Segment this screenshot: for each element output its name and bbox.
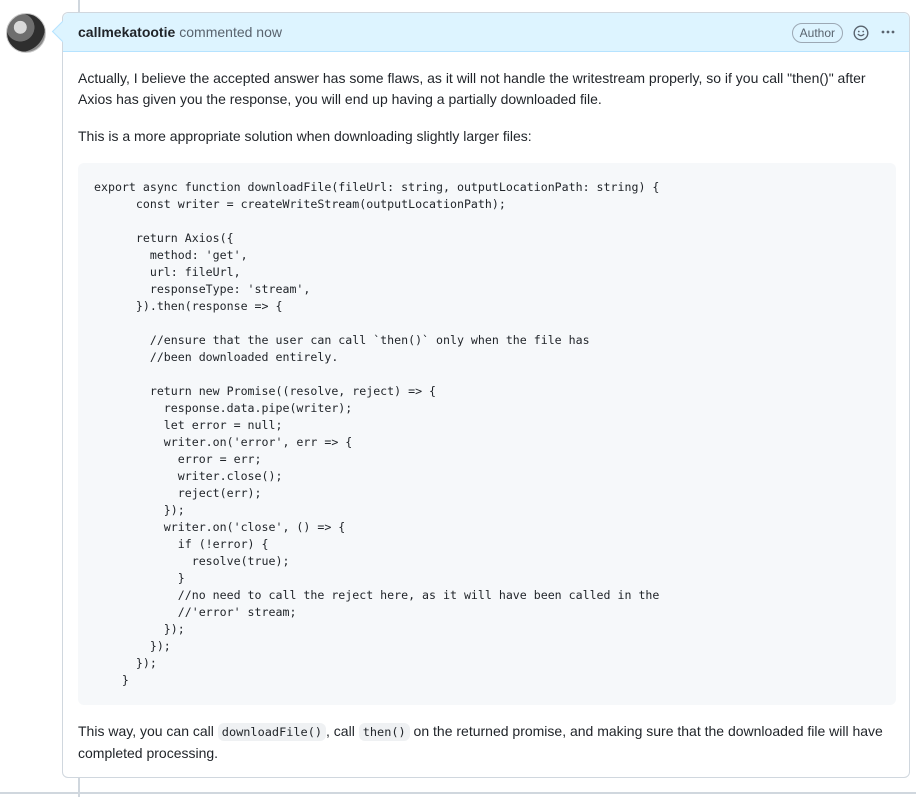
inline-code: downloadFile() xyxy=(217,723,327,741)
comment-paragraph: Actually, I believe the accepted answer … xyxy=(78,70,866,107)
comment-paragraph: This way, you can call downloadFile(), c… xyxy=(78,721,896,764)
code-block: export async function downloadFile(fileU… xyxy=(78,163,896,705)
comment-paragraph: This is a more appropriate solution when… xyxy=(78,128,532,144)
avatar[interactable] xyxy=(6,13,46,53)
smiley-icon[interactable] xyxy=(853,24,869,41)
comment-body: Actually, I believe the accepted answer … xyxy=(78,68,896,780)
comment-header: callmekatootie commented now Author xyxy=(63,13,909,52)
paragraph-text: This way, you can call xyxy=(78,723,218,739)
author-badge: Author xyxy=(791,22,843,43)
inline-code: then() xyxy=(358,723,410,741)
comment-timestamp[interactable]: commented now xyxy=(179,24,282,40)
paragraph-text: , call xyxy=(326,723,359,739)
header-actions: Author xyxy=(791,13,897,52)
divider xyxy=(0,792,916,794)
author-link[interactable]: callmekatootie xyxy=(78,24,175,40)
code-content: export async function downloadFile(fileU… xyxy=(94,180,660,687)
comment-box: callmekatootie commented now Author Actu… xyxy=(62,12,910,778)
kebab-horizontal-icon[interactable] xyxy=(879,24,897,42)
